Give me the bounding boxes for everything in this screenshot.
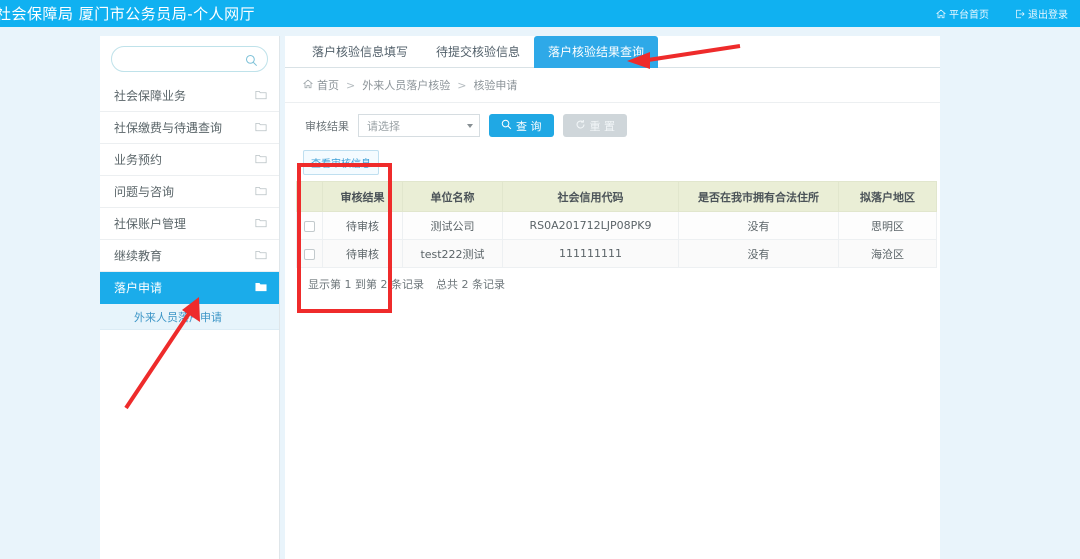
query-button[interactable]: 查 询 bbox=[489, 114, 554, 137]
sidebar-item-label: 社会保障业务 bbox=[114, 89, 187, 103]
audit-result-label: 审核结果 bbox=[305, 119, 349, 133]
tab-verification-result-query[interactable]: 落户核验结果查询 bbox=[534, 36, 659, 68]
cell-unit-name: 测试公司 bbox=[402, 211, 503, 240]
results-table-wrapper: 审核结果 单位名称 社会信用代码 是否在我市拥有合法住所 拟落户地区 待审核 测… bbox=[285, 175, 940, 292]
folder-open-icon bbox=[255, 281, 267, 295]
site-brand-title: 社会保障局 厦门市公务员局-个人网厅 bbox=[0, 5, 256, 23]
sidebar-item-questions-consulting[interactable]: 问题与咨询 bbox=[100, 176, 279, 208]
search-box[interactable] bbox=[111, 46, 268, 72]
column-header-unit-name: 单位名称 bbox=[402, 181, 503, 212]
table-body: 待审核 测试公司 RS0A201712LJP08PK9 没有 思明区 待审核 t… bbox=[296, 211, 937, 268]
search-icon bbox=[501, 119, 512, 133]
sidebar-item-label: 社保缴费与待遇查询 bbox=[114, 121, 223, 135]
home-icon bbox=[302, 79, 314, 92]
pagination-info: 显示第 1 到第 2 条记录 总共 2 条记录 bbox=[296, 268, 937, 292]
folder-icon bbox=[255, 217, 267, 231]
folder-icon bbox=[255, 89, 267, 103]
sidebar-subitem-label: 外来人员落户申请 bbox=[134, 310, 222, 324]
table-header-row: 审核结果 单位名称 社会信用代码 是否在我市拥有合法住所 拟落户地区 bbox=[296, 181, 937, 212]
sidebar-item-account-management[interactable]: 社保账户管理 bbox=[100, 208, 279, 240]
breadcrumb-item-verification-application: 核验申请 bbox=[473, 79, 518, 92]
logout-label: 退出登录 bbox=[1028, 10, 1068, 21]
sidebar-item-social-security-business[interactable]: 社会保障业务 bbox=[100, 80, 279, 112]
pagination-total-text: 总共 2 条记录 bbox=[435, 278, 505, 291]
sidebar-item-appointment[interactable]: 业务预约 bbox=[100, 144, 279, 176]
column-header-credit-code: 社会信用代码 bbox=[502, 181, 679, 212]
column-header-settlement-area: 拟落户地区 bbox=[838, 181, 937, 212]
tab-bar: 落户核验信息填写 待提交核验信息 落户核验结果查询 bbox=[285, 36, 940, 68]
view-audit-info-button[interactable]: 查看审核信息 bbox=[303, 150, 379, 175]
tab-label: 待提交核验信息 bbox=[436, 45, 521, 59]
column-header-audit-result: 审核结果 bbox=[322, 181, 403, 212]
folder-icon bbox=[255, 153, 267, 167]
sidebar-item-label: 落户申请 bbox=[114, 281, 163, 295]
cell-credit-code: RS0A201712LJP08PK9 bbox=[502, 211, 679, 240]
tab-label: 落户核验结果查询 bbox=[548, 45, 645, 59]
sidebar-search-area bbox=[100, 36, 279, 80]
tab-fill-verification-info[interactable]: 落户核验信息填写 bbox=[298, 36, 422, 68]
main-content-panel: 落户核验信息填写 待提交核验信息 落户核验结果查询 首页 > 外来人员落户核验 … bbox=[285, 36, 940, 559]
cell-credit-code: 111111111 bbox=[502, 239, 679, 268]
tab-pending-submission-info[interactable]: 待提交核验信息 bbox=[422, 36, 534, 68]
reset-button-label: 重 置 bbox=[589, 119, 616, 133]
row-checkbox[interactable] bbox=[304, 220, 315, 232]
platform-home-label: 平台首页 bbox=[949, 10, 989, 21]
sidebar-item-label: 继续教育 bbox=[114, 249, 163, 263]
sidebar-item-label: 社保账户管理 bbox=[114, 217, 187, 231]
results-table: 审核结果 单位名称 社会信用代码 是否在我市拥有合法住所 拟落户地区 待审核 测… bbox=[296, 181, 937, 268]
breadcrumb-separator: > bbox=[346, 78, 356, 92]
sidebar-item-payment-benefit-query[interactable]: 社保缴费与待遇查询 bbox=[100, 112, 279, 144]
sidebar: 社会保障业务 社保缴费与待遇查询 业务预约 问题与咨询 社保账户管理 继续教育 … bbox=[100, 36, 280, 559]
chevron-down-icon bbox=[467, 124, 473, 128]
cell-unit-name: test222测试 bbox=[402, 239, 503, 268]
cell-audit-result: 待审核 bbox=[322, 239, 403, 268]
search-icon[interactable] bbox=[245, 52, 258, 71]
cell-audit-result: 待审核 bbox=[322, 211, 403, 240]
folder-icon bbox=[255, 185, 267, 199]
sidebar-item-label: 问题与咨询 bbox=[114, 185, 175, 199]
audit-result-select[interactable]: 请选择 bbox=[358, 114, 480, 137]
table-row[interactable]: 待审核 test222测试 111111111 没有 海沧区 bbox=[296, 239, 937, 268]
tab-label: 落户核验信息填写 bbox=[312, 45, 409, 59]
select-all-header bbox=[296, 181, 323, 212]
sidebar-subitem-migrant-settlement-application[interactable]: 外来人员落户申请 bbox=[100, 304, 279, 330]
breadcrumb-separator: > bbox=[457, 78, 467, 92]
breadcrumb-item-home[interactable]: 首页 bbox=[317, 77, 339, 93]
logout-icon bbox=[1015, 9, 1025, 19]
sidebar-item-continuing-education[interactable]: 继续教育 bbox=[100, 240, 279, 272]
table-head: 审核结果 单位名称 社会信用代码 是否在我市拥有合法住所 拟落户地区 bbox=[296, 181, 937, 212]
row-select-cell[interactable] bbox=[296, 211, 323, 240]
table-row[interactable]: 待审核 测试公司 RS0A201712LJP08PK9 没有 思明区 bbox=[296, 211, 937, 240]
top-header-bar: 社会保障局 厦门市公务员局-个人网厅 平台首页 退出登录 bbox=[0, 0, 1080, 27]
sidebar-menu: 社会保障业务 社保缴费与待遇查询 业务预约 问题与咨询 社保账户管理 继续教育 … bbox=[100, 80, 279, 304]
home-icon bbox=[936, 9, 946, 19]
cell-settlement-area: 思明区 bbox=[838, 211, 937, 240]
query-button-label: 查 询 bbox=[516, 119, 542, 133]
folder-icon bbox=[255, 249, 267, 263]
logout-link[interactable]: 退出登录 bbox=[1015, 6, 1068, 21]
cell-legal-residence: 没有 bbox=[678, 239, 839, 268]
cell-legal-residence: 没有 bbox=[678, 211, 839, 240]
column-header-legal-residence: 是否在我市拥有合法住所 bbox=[678, 181, 839, 212]
audit-result-select-value: 请选择 bbox=[367, 119, 400, 133]
action-bar: 查看审核信息 bbox=[285, 146, 940, 175]
refresh-icon bbox=[575, 119, 586, 133]
header-links: 平台首页 退出登录 bbox=[936, 6, 1080, 21]
breadcrumb-item-migrant-verification[interactable]: 外来人员落户核验 bbox=[362, 77, 450, 93]
pagination-range-text: 显示第 1 到第 2 条记录 bbox=[308, 278, 424, 291]
platform-home-link[interactable]: 平台首页 bbox=[936, 6, 989, 21]
row-select-cell[interactable] bbox=[296, 239, 323, 268]
search-input[interactable] bbox=[112, 47, 267, 71]
sidebar-item-label: 业务预约 bbox=[114, 153, 163, 167]
row-checkbox[interactable] bbox=[304, 248, 315, 260]
folder-icon bbox=[255, 121, 267, 135]
cell-settlement-area: 海沧区 bbox=[838, 239, 937, 268]
breadcrumb: 首页 > 外来人员落户核验 > 核验申请 bbox=[285, 68, 940, 103]
sidebar-item-settlement-application[interactable]: 落户申请 bbox=[100, 272, 279, 304]
reset-button[interactable]: 重 置 bbox=[562, 114, 627, 137]
filter-bar: 审核结果 请选择 查 询 重 置 bbox=[285, 103, 940, 146]
